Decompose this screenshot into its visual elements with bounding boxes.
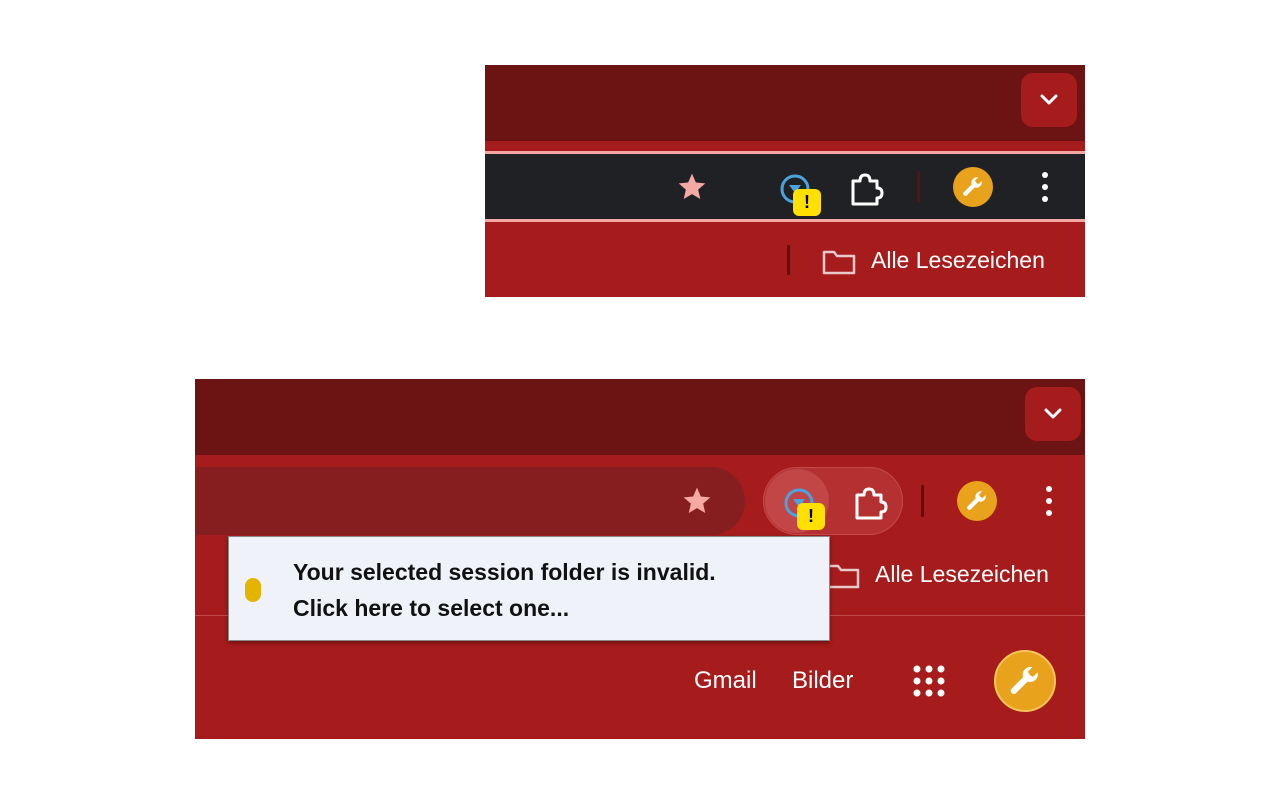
chrome-menu-button[interactable] [1037, 483, 1061, 519]
tab-strip [195, 379, 1085, 455]
warning-badge: ! [793, 189, 821, 216]
toolbar-separator [917, 171, 920, 203]
tab-strip [485, 65, 1085, 141]
gmail-link[interactable]: Gmail [694, 667, 757, 695]
tooltip-line-1: Your selected session folder is invalid. [293, 559, 716, 585]
three-dot-menu-icon [1042, 172, 1048, 202]
apps-grid-icon [913, 665, 945, 697]
chrome-menu-button[interactable] [1033, 169, 1057, 205]
extensions-button[interactable] [849, 483, 891, 525]
address-bar[interactable] [195, 467, 745, 535]
warning-badge: ! [797, 503, 825, 530]
extension-tooltip[interactable]: Your selected session folder is invalid.… [228, 536, 830, 641]
images-link[interactable]: Bilder [792, 667, 853, 695]
warning-status-dot [245, 578, 261, 602]
tab-search-button[interactable] [1025, 387, 1081, 441]
three-dot-menu-icon [1046, 486, 1052, 516]
chevron-down-icon [1044, 408, 1062, 419]
wrench-icon [1010, 666, 1038, 694]
toolbar-separator [921, 485, 924, 517]
chevron-down-icon [1040, 94, 1058, 105]
puzzle-piece-icon [855, 487, 888, 520]
all-bookmarks-button[interactable]: Alle Lesezeichen [875, 561, 1049, 588]
bookmark-star-icon[interactable] [675, 171, 709, 203]
session-extension-button[interactable]: ! [777, 481, 825, 530]
folder-icon [822, 250, 856, 275]
bookmark-bar-separator [787, 245, 790, 275]
profile-button[interactable] [953, 167, 993, 207]
bookmark-star-icon[interactable] [680, 485, 714, 517]
tooltip-line-2: Click here to select one... [293, 595, 570, 621]
all-bookmarks-button[interactable]: Alle Lesezeichen [871, 247, 1045, 274]
session-extension-button[interactable]: ! [773, 167, 821, 216]
puzzle-piece-icon [851, 173, 884, 206]
extensions-button[interactable] [845, 169, 887, 211]
browser-toolbar-top: ! Alle Lesezeichen [485, 65, 1085, 297]
profile-button[interactable] [957, 481, 997, 521]
wrench-icon [967, 491, 986, 510]
tab-search-button[interactable] [1021, 73, 1077, 127]
google-account-button[interactable] [994, 650, 1056, 712]
wrench-icon [963, 177, 982, 196]
google-apps-button[interactable] [911, 663, 947, 699]
folder-icon [826, 564, 860, 589]
